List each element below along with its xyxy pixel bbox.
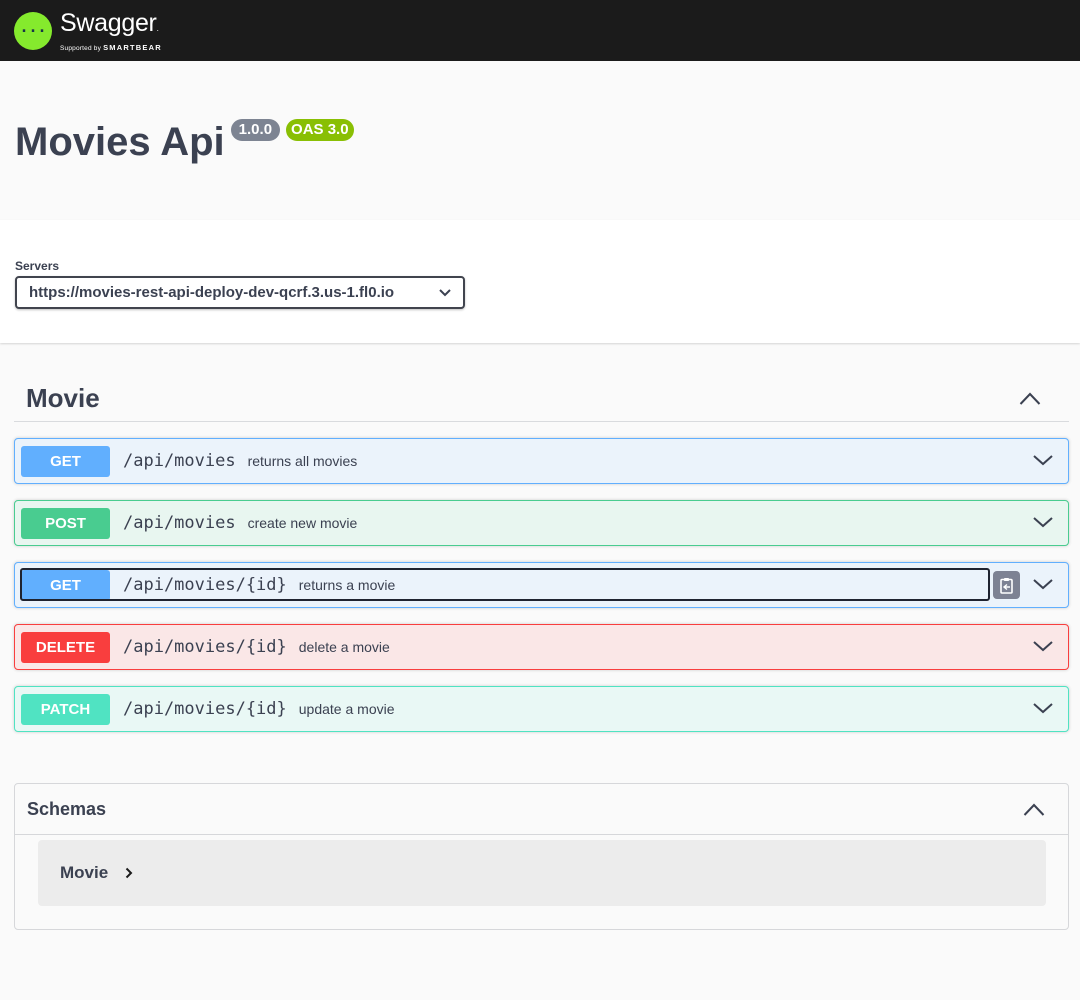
chevron-right-icon[interactable] [125,867,133,879]
method-badge: POST [21,507,110,539]
operation-path: /api/movies/{id} [123,699,287,719]
server-select[interactable]: https://movies-rest-api-deploy-dev-qcrf.… [15,276,465,309]
version-badge: 1.0.0 [230,119,281,141]
tag-name: Movie [26,383,100,413]
api-title: Movies Api [15,120,225,164]
schemas-title: Schemas [27,798,107,819]
operation-summary: update a movie [298,701,395,717]
schemas-header[interactable]: Schemas [15,784,1068,835]
logo-title: Swagger. [60,8,159,37]
method-badge: DELETE [21,631,110,663]
schemas-section: Schemas Movie [14,783,1069,930]
oas-badge: OAS 3.0 [286,119,354,141]
chevron-up-icon[interactable] [1023,803,1045,816]
method-badge: GET [21,569,110,601]
operation-delete-movie[interactable]: DELETE /api/movies/{id} delete a movie [14,624,1069,670]
chevron-down-icon[interactable] [1032,452,1054,468]
chevron-down-icon[interactable] [1032,638,1054,654]
operation-get-movies[interactable]: GET /api/movies returns all movies [14,438,1069,484]
operation-summary: delete a movie [298,639,390,655]
operation-patch-movie[interactable]: PATCH /api/movies/{id} update a movie [14,686,1069,732]
operation-path: /api/movies [123,451,236,471]
chevron-down-icon[interactable] [1032,514,1054,530]
chevron-down-icon[interactable] [1032,576,1054,592]
operation-path: /api/movies/{id} [123,637,287,657]
method-badge: GET [21,445,110,477]
operation-get-movie-by-id[interactable]: GET /api/movies/{id} returns a movie [14,562,1069,608]
chevron-down-icon [439,288,451,296]
swagger-logo-icon: {···} [14,11,52,50]
servers-section: Servers https://movies-rest-api-deploy-d… [0,220,1080,343]
chevron-down-icon[interactable] [1032,700,1054,716]
server-select-value: https://movies-rest-api-deploy-dev-qcrf.… [29,284,395,301]
chevron-up-icon[interactable] [1019,392,1041,405]
operation-summary: returns a movie [298,577,396,593]
api-info: Movies Api 1.0.0 OAS 3.0 [0,61,1080,220]
operation-post-movies[interactable]: POST /api/movies create new movie [14,500,1069,546]
model-name: Movie [60,863,109,882]
model-movie[interactable]: Movie [38,840,1046,906]
clipboard-icon [1000,577,1013,594]
topbar: {···} Swagger. Supported by SMARTBEAR [0,0,1080,61]
servers-label: Servers [15,259,60,273]
tag-header[interactable]: Movie [14,376,1069,422]
operation-path: /api/movies [123,513,236,533]
method-badge: PATCH [21,693,110,725]
logo-subtitle: Supported by SMARTBEAR [60,42,162,52]
svg-text:{···}: {···} [20,22,46,40]
copy-to-clipboard-button[interactable] [993,571,1020,599]
operation-summary: create new movie [247,515,358,531]
tag-section-movie: Movie GET /api/movies returns all movies… [0,343,1080,732]
operation-summary: returns all movies [247,453,358,469]
operation-path: /api/movies/{id} [123,575,287,595]
swagger-logo[interactable]: {···} Swagger. Supported by SMARTBEAR [14,10,162,52]
